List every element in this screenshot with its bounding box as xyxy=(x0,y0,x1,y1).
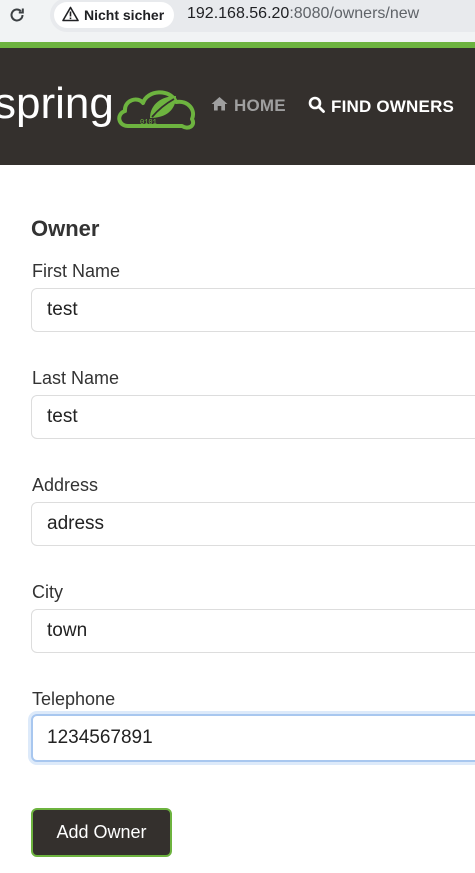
svg-text:0101: 0101 xyxy=(140,119,157,127)
url-host: 192.168.56.20 xyxy=(187,5,290,22)
form-title: Owner xyxy=(31,216,100,241)
find-owners-label: FIND OWNERS xyxy=(331,97,455,116)
last-name-field[interactable] xyxy=(31,395,475,439)
logo-text: spring xyxy=(0,79,114,128)
url-path: :8080/owners/new xyxy=(289,5,420,22)
url-text[interactable]: 192.168.56.20:8080/owners/new xyxy=(187,5,419,23)
add-owner-button[interactable]: Add Owner xyxy=(31,808,172,857)
address-label: Address xyxy=(32,475,99,495)
security-label: Nicht sicher xyxy=(84,7,165,23)
reload-icon[interactable] xyxy=(6,4,28,26)
nav-find-owners-link[interactable]: FIND OWNERS xyxy=(308,96,454,118)
city-field[interactable] xyxy=(31,609,475,653)
home-icon xyxy=(211,96,228,116)
search-icon xyxy=(308,96,325,118)
navbar: spring 0101 HOME FIND OWNERS xyxy=(0,48,475,165)
first-name-field[interactable] xyxy=(31,288,475,332)
first-name-label: First Name xyxy=(32,261,121,281)
telephone-label: Telephone xyxy=(32,689,116,709)
address-field[interactable] xyxy=(31,502,475,546)
home-label: HOME xyxy=(234,96,286,115)
leaf-cloud-icon: 0101 xyxy=(117,90,195,130)
telephone-field[interactable] xyxy=(31,714,475,762)
last-name-label: Last Name xyxy=(32,368,120,388)
city-label: City xyxy=(32,582,63,602)
browser-toolbar: Nicht sicher 192.168.56.20:8080/owners/n… xyxy=(0,0,475,42)
spring-logo[interactable]: spring 0101 xyxy=(0,76,205,138)
security-indicator[interactable]: Nicht sicher xyxy=(54,2,175,28)
nav-home-link[interactable]: HOME xyxy=(211,96,286,116)
warning-icon xyxy=(62,6,79,25)
